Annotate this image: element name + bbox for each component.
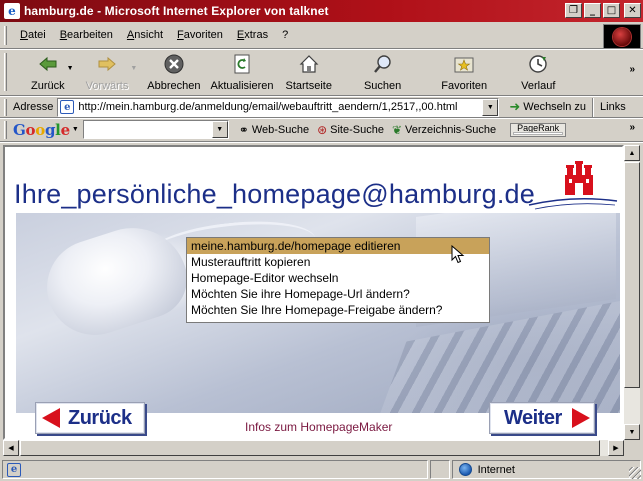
resize-grip-icon[interactable] [629,467,641,479]
horizontal-scroll-thumb[interactable] [20,440,600,456]
google-overflow-chevron-icon[interactable]: » [629,122,635,133]
home-button[interactable]: Startseite [286,53,332,93]
status-text-panel: e [2,460,428,479]
right-arrow-icon [571,408,590,428]
scroll-down-icon[interactable]: ▼ [624,424,640,440]
close-button[interactable]: ✕ [624,3,641,18]
toolbar-grip[interactable] [4,53,7,91]
address-input[interactable]: e http://mein.hamburg.de/anmeldung/email… [57,97,500,117]
address-bar: Adresse e http://mein.hamburg.de/anmeldu… [0,97,643,118]
horizontal-scrollbar[interactable]: ◀ ▶ [3,440,624,456]
home-icon [297,53,321,75]
toolbar-grip[interactable] [4,98,7,116]
title-bar: e hamburg.de - Microsoft Internet Explor… [0,0,643,22]
scroll-corner [624,440,640,456]
left-arrow-icon [42,408,60,428]
google-toolbar: Google ▼ ▼ ⚭ Web-Suche ⊛ Site-Suche ❦ Ve… [0,118,643,142]
status-bar: e Internet [0,458,643,481]
favorites-button[interactable]: Favoriten [441,53,487,93]
menu-ansicht[interactable]: Ansicht [120,29,170,41]
menu-favoriten[interactable]: Favoriten [170,29,230,41]
restore-button[interactable]: ❐ [565,3,582,18]
google-search-input[interactable]: ▼ [82,120,229,139]
go-label: Wechseln zu [523,101,587,113]
site-search-button[interactable]: ⊛ Site-Suche [317,123,384,137]
menu-bearbeiten[interactable]: Bearbeiten [53,29,120,41]
history-clock-icon [526,53,550,75]
google-logo[interactable]: Google [13,121,70,139]
standard-toolbar: Zurück ▼ Vorwärts ▼ Abbrechen Aktualisie… [0,50,643,96]
stop-button[interactable]: Abbrechen [147,53,201,93]
address-dropdown-icon[interactable]: ▼ [482,98,499,116]
scroll-up-icon[interactable]: ▲ [624,145,640,161]
site-search-icon: ⊛ [317,122,328,137]
toolbar-grip[interactable] [4,25,7,45]
scroll-right-icon[interactable]: ▶ [608,440,624,456]
go-arrow-icon: ➜ [509,99,521,114]
security-zone-panel: Internet [451,460,641,479]
internet-zone-globe-icon [458,463,472,476]
toolbar-overflow-chevron-icon[interactable]: » [629,64,635,75]
search-icon [371,53,395,75]
window-controls: ❐ _ □ ✕ [565,3,641,18]
menu-datei[interactable]: Datei [13,29,53,41]
search-button[interactable]: Suchen [364,53,401,93]
stop-icon [162,53,186,75]
options-listbox[interactable]: meine.hamburg.de/homepage editieren Must… [186,237,490,323]
forward-button[interactable]: Vorwärts [86,53,128,93]
banner-image: meine.hamburg.de/homepage editieren Must… [16,213,620,413]
ie-e-icon: e [4,3,20,19]
history-button[interactable]: Verlauf [521,53,555,93]
address-separator [592,97,595,117]
menu-extras[interactable]: Extras [230,29,275,41]
forward-arrow-icon [95,53,119,75]
status-page-icon: e [7,462,21,477]
pagerank-bar [513,131,564,135]
back-button[interactable]: Zurück [31,53,65,93]
vertical-scrollbar[interactable]: ▲ ▼ [624,145,640,440]
back-dropdown-icon[interactable]: ▼ [67,65,74,72]
option-change-release[interactable]: Möchten Sie Ihre Homepage-Freigabe änder… [187,302,489,318]
menu-help[interactable]: ? [275,29,295,41]
scroll-left-icon[interactable]: ◀ [3,440,19,456]
vertical-scroll-thumb[interactable] [624,162,640,388]
banner-mouse [34,213,198,348]
status-panel-blank [429,460,450,479]
go-button[interactable]: ➜ Wechseln zu [509,99,586,115]
page-heading: Ihre_persönliche_homepage@hamburg.de [14,179,535,209]
directory-icon: ❦ [391,122,403,137]
toolbar-grip[interactable] [4,120,7,139]
menu-bar: Datei Bearbeiten Ansicht Favoriten Extra… [0,22,643,49]
page-ie-icon: e [60,100,75,114]
refresh-button[interactable]: Aktualisieren [211,53,274,93]
web-search-button[interactable]: ⚭ Web-Suche [239,123,309,137]
maximize-button[interactable]: □ [603,3,620,18]
address-url: http://mein.hamburg.de/anmeldung/email/w… [78,101,458,113]
hamburg-castle-logo-icon [528,161,618,210]
favorites-star-icon [452,53,476,75]
pagerank-meter: PageRank [510,122,567,137]
option-switch-editor[interactable]: Homepage-Editor wechseln [187,270,489,286]
google-menu-caret-icon[interactable]: ▼ [72,126,79,133]
back-arrow-icon [36,53,60,75]
google-search-dropdown-icon[interactable]: ▼ [211,121,228,138]
option-change-url[interactable]: Möchten Sie ihre Homepage-Url ändern? [187,286,489,302]
mouse-pointer-icon [451,245,465,264]
directory-search-button[interactable]: ❦ Verzeichnis-Suche [392,123,496,137]
throbber-globe-icon [613,27,631,46]
links-button[interactable]: Links [600,101,626,113]
window-title: hamburg.de - Microsoft Internet Explorer… [24,4,329,18]
option-edit-homepage[interactable]: meine.hamburg.de/homepage editieren [187,238,489,254]
zurueck-button[interactable]: Zurück [35,402,145,434]
forward-dropdown-icon[interactable]: ▼ [130,65,137,72]
option-copy-template[interactable]: Musterauftritt kopieren [187,254,489,270]
weiter-button[interactable]: Weiter [489,402,595,434]
page-viewport: Ihre_persönliche_homepage@hamburg.de mei… [3,145,624,440]
homepagemaker-info-link[interactable]: Infos zum HomepageMaker [245,420,392,434]
throbber-logo [603,24,641,49]
binoculars-icon: ⚭ [238,122,249,137]
minimize-button[interactable]: _ [584,3,601,18]
address-label: Adresse [13,101,54,113]
refresh-icon [230,53,254,75]
